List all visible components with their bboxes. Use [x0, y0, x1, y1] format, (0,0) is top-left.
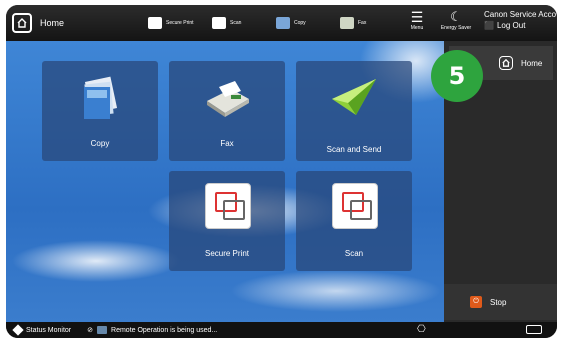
scan-tile-label: Scan	[344, 249, 364, 258]
quick-scan-label: Scan	[230, 20, 242, 26]
network-icon[interactable]: ⎔	[417, 324, 426, 335]
home-icon	[12, 13, 32, 33]
moon-icon: ☾	[450, 9, 462, 24]
menu-label: Menu	[410, 25, 424, 31]
remote-operation-status: ⊘ Remote Operation is being used...	[87, 326, 217, 334]
fax-icon	[207, 81, 249, 117]
home-icon	[499, 56, 513, 70]
status-monitor-icon	[12, 324, 24, 336]
stop-icon: ⏻	[470, 296, 482, 308]
secure-print-icon	[148, 17, 162, 29]
fax-tile-label: Fax	[220, 139, 234, 148]
secure-print-icon	[205, 183, 251, 229]
scan-and-send-text: Scan and Send	[326, 145, 382, 154]
quick-scan-button[interactable]: Scan	[212, 15, 241, 31]
secure-print-tile-label: Secure Print	[204, 249, 250, 258]
scan-icon	[212, 17, 226, 29]
secure-print-tile[interactable]: Secure Print	[169, 171, 285, 271]
scan-and-send-icon	[332, 79, 376, 115]
right-home-label: Home	[521, 58, 543, 68]
quick-copy-button[interactable]: Copy	[276, 15, 306, 31]
copy-tile-label: Copy	[90, 139, 110, 148]
scan-icon	[332, 183, 378, 229]
fax-icon	[340, 17, 354, 29]
paperclip-icon: ⊘	[87, 327, 94, 334]
counter-icon[interactable]	[526, 325, 542, 334]
stop-button[interactable]: ⏻ Stop	[444, 284, 557, 320]
device-screen: Home Secure Print Scan Copy Fax ☰ Menu ☾…	[6, 5, 557, 338]
remote-operation-icon	[97, 326, 108, 334]
energy-saver-label: Energy Saver	[440, 25, 472, 31]
copy-tile[interactable]: Copy	[42, 61, 158, 161]
status-monitor-label: Status Monitor	[26, 326, 72, 334]
logout-button[interactable]: ⬛ Log Out	[484, 20, 557, 31]
user-area: Canon Service Acco ⬛ Log Out	[484, 9, 557, 31]
quick-secure-print-button[interactable]: Secure Print	[148, 15, 194, 31]
copy-icon	[84, 76, 118, 119]
energy-saver-button[interactable]: ☾ Energy Saver	[436, 9, 476, 39]
hamburger-icon: ☰	[410, 9, 424, 25]
user-name: Canon Service Acco	[484, 10, 557, 19]
logout-label: Log Out	[496, 21, 526, 30]
scan-and-send-tile[interactable]: Scan and Send	[296, 61, 412, 161]
status-bar: Status Monitor ⊘ Remote Operation is bei…	[6, 322, 557, 338]
home-tab[interactable]: Home	[12, 11, 64, 35]
menu-button[interactable]: ☰ Menu	[404, 9, 430, 39]
top-bar: Home Secure Print Scan Copy Fax ☰ Menu ☾…	[6, 5, 557, 41]
quick-fax-label: Fax	[358, 20, 367, 26]
scan-and-send-tile-label: Scan and Send	[296, 145, 412, 155]
home-tab-label: Home	[40, 18, 65, 28]
fax-tile[interactable]: Fax	[169, 61, 285, 161]
logout-icon: ⬛	[484, 21, 494, 30]
remote-operation-text: Remote Operation is being used...	[111, 326, 218, 334]
scan-tile[interactable]: Scan	[296, 171, 412, 271]
home-desktop: Copy Fax Scan and Send Secure Print Scan	[6, 41, 444, 322]
quick-copy-label: Copy	[294, 20, 306, 26]
copy-icon	[276, 17, 290, 29]
step-number-badge: 5	[431, 50, 483, 102]
quick-fax-button[interactable]: Fax	[340, 15, 366, 31]
status-monitor-button[interactable]: Status Monitor	[6, 324, 72, 336]
stop-label: Stop	[490, 297, 507, 307]
quick-secure-print-label: Secure Print	[166, 20, 194, 26]
